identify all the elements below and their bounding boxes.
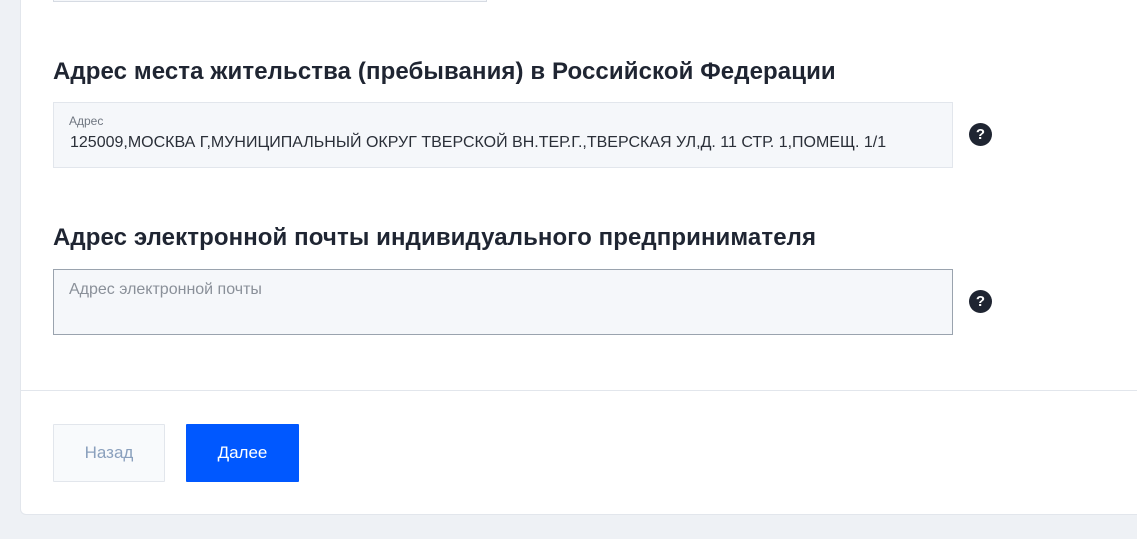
residence-address-label: Адрес [69, 114, 104, 128]
email-address-title: Адрес электронной почты индивидуального … [53, 224, 817, 251]
email-address-field[interactable] [53, 269, 953, 335]
next-button[interactable]: Далее [186, 424, 299, 482]
residence-address-value: 125009,МОСКВА Г,МУНИЦИПАЛЬНЫЙ ОКРУГ ТВЕР… [70, 134, 887, 151]
footer-divider [21, 390, 1137, 391]
residence-address-title: Адрес места жительства (пребывания) в Ро… [53, 58, 836, 85]
email-input[interactable] [54, 270, 952, 334]
form-card: Адрес места жительства (пребывания) в Ро… [20, 0, 1137, 515]
email-help-icon[interactable]: ? [969, 290, 992, 313]
previous-field-edge [53, 0, 487, 2]
back-button[interactable]: Назад [53, 424, 165, 482]
residence-help-icon[interactable]: ? [969, 123, 992, 146]
residence-address-field[interactable]: Адрес 125009,МОСКВА Г,МУНИЦИПАЛЬНЫЙ ОКРУ… [53, 102, 953, 168]
